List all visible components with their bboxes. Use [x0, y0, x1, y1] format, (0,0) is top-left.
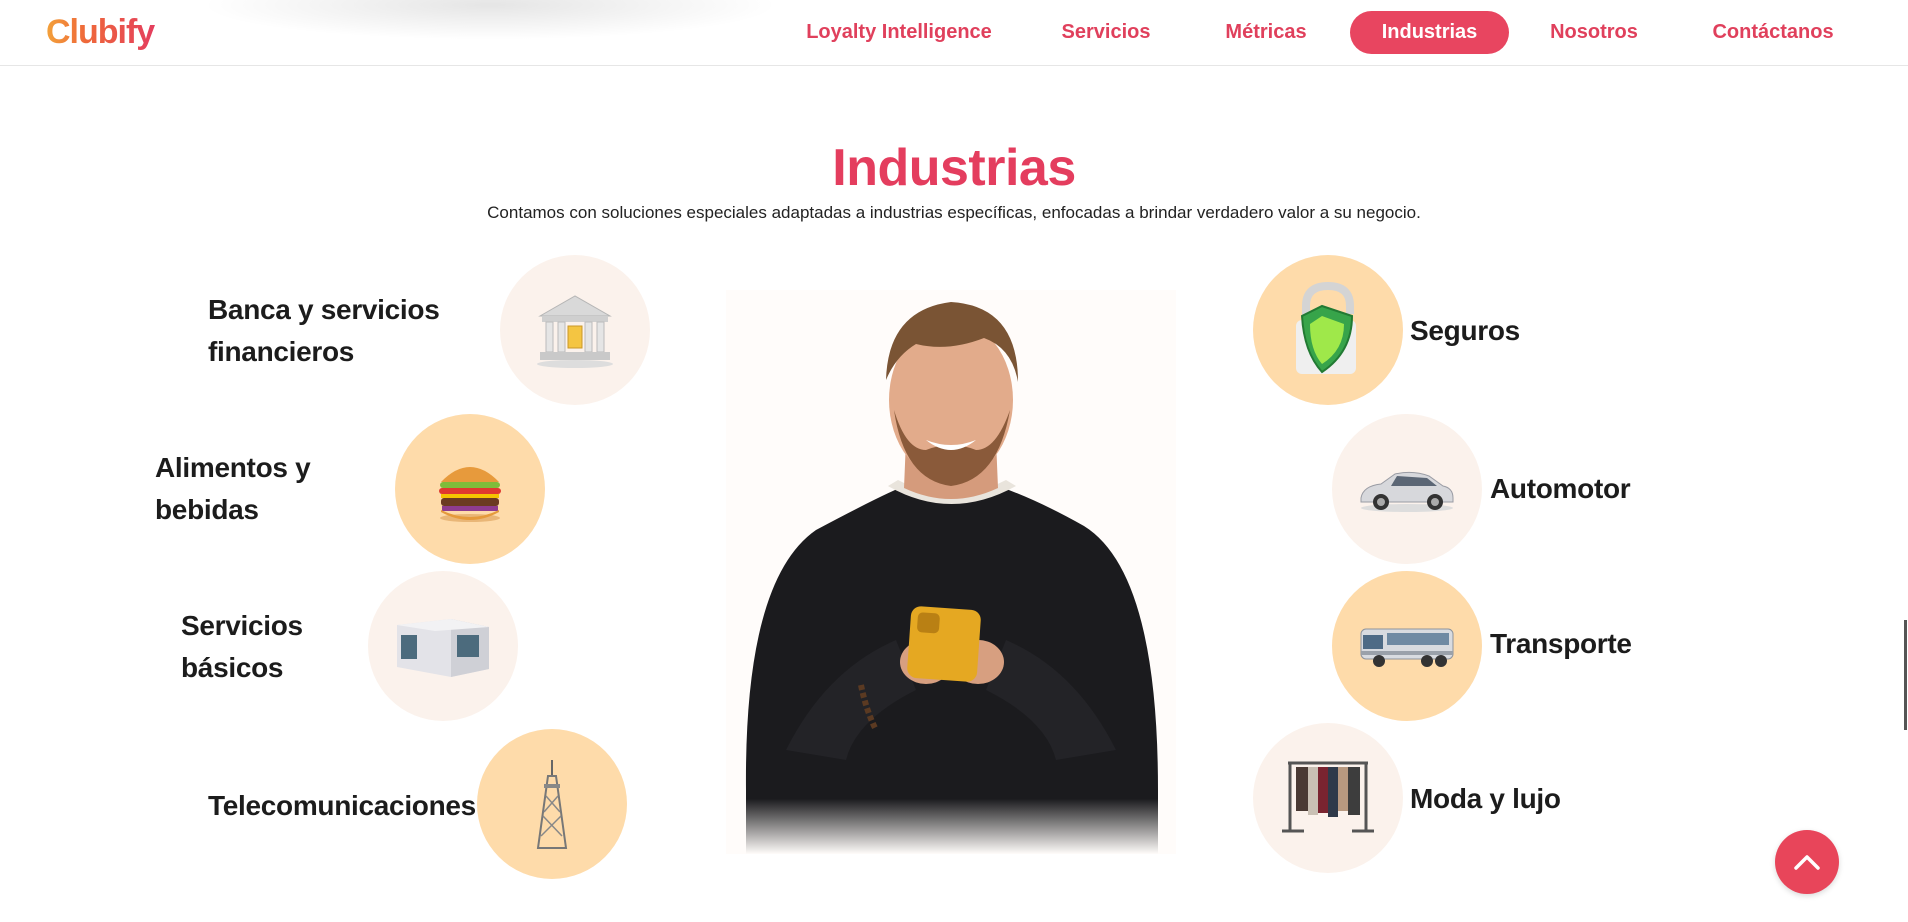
- industry-label-banca: Banca y servicios financieros: [208, 289, 440, 373]
- bus-icon: [1360, 628, 1454, 667]
- nav-item-servicios[interactable]: Servicios: [1050, 11, 1162, 54]
- industry-circle-seguros[interactable]: [1253, 255, 1403, 405]
- person-with-phone-icon: [745, 302, 1158, 854]
- industry-circle-servicios-basicos[interactable]: [368, 571, 518, 721]
- nav-item-contactanos[interactable]: Contáctanos: [1700, 11, 1846, 54]
- clothes-rack-icon: [1282, 761, 1374, 833]
- section-subtitle: Contamos con soluciones especiales adapt…: [487, 203, 1421, 222]
- industry-label-automotor: Automotor: [1490, 473, 1631, 504]
- industry-label-servicios-basicos: Servicios básicos: [181, 605, 303, 689]
- main-nav: Loyalty Intelligence Servicios Métricas …: [0, 11, 1908, 55]
- building-icon: [397, 619, 489, 677]
- industry-label-alimentos: Alimentos y bebidas: [155, 447, 311, 531]
- site-header: Clubify Loyalty Intelligence Servicios M…: [0, 0, 1908, 66]
- industry-label-line: financieros: [208, 336, 355, 367]
- burger-icon: [439, 467, 501, 522]
- shield-lock-icon: [1296, 281, 1356, 374]
- industry-label-line: bebidas: [155, 494, 259, 525]
- nav-item-nosotros[interactable]: Nosotros: [1540, 11, 1648, 54]
- industry-circle-transporte[interactable]: [1332, 571, 1482, 721]
- car-icon: [1360, 471, 1454, 512]
- industry-circle-telecomunicaciones[interactable]: [477, 729, 627, 879]
- section-title: Industrias: [832, 139, 1076, 197]
- industry-circle-moda[interactable]: [1253, 723, 1403, 873]
- bank-icon: [537, 295, 613, 368]
- industry-circle-automotor[interactable]: [1332, 414, 1482, 564]
- industry-label-seguros: Seguros: [1410, 315, 1520, 346]
- nav-item-metricas[interactable]: Métricas: [1210, 11, 1322, 54]
- industry-label-line: Banca y servicios: [208, 294, 440, 325]
- scroll-to-top-button[interactable]: [1775, 830, 1839, 894]
- chevron-up-icon: [1794, 855, 1820, 870]
- industry-label-transporte: Transporte: [1490, 628, 1632, 659]
- industry-label-line: básicos: [181, 652, 284, 683]
- industries-hero-image: [726, 290, 1176, 854]
- nav-item-industrias[interactable]: Industrias: [1350, 11, 1509, 54]
- industry-label-line: Alimentos y: [155, 452, 311, 483]
- scrollbar-thumb[interactable]: [1904, 620, 1907, 730]
- nav-item-loyalty-intelligence[interactable]: Loyalty Intelligence: [796, 11, 1002, 54]
- industry-circle-alimentos[interactable]: [395, 414, 545, 564]
- industry-label-telecomunicaciones: Telecomunicaciones: [208, 790, 476, 821]
- industry-circle-banca[interactable]: [500, 255, 650, 405]
- tower-icon: [536, 760, 568, 849]
- industry-label-moda: Moda y lujo: [1410, 783, 1561, 814]
- industry-label-line: Servicios: [181, 610, 303, 641]
